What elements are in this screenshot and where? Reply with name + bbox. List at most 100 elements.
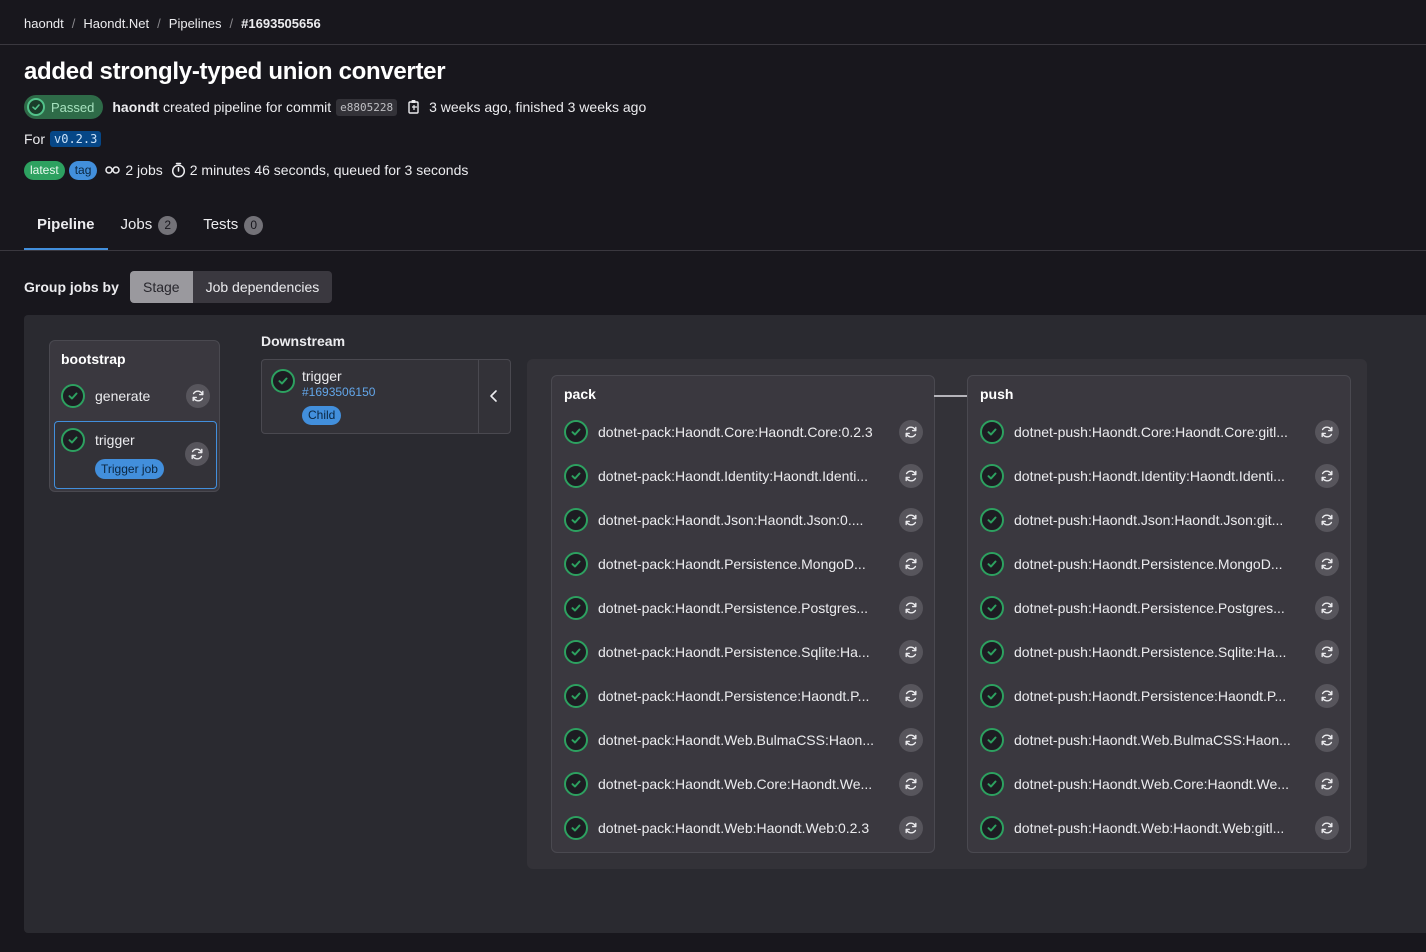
job-name: dotnet-pack:Haondt.Web:Haondt.Web:0.2.3 [598, 820, 870, 836]
job-pack-9[interactable]: dotnet-pack:Haondt.Web:Haondt.Web:0.2.3 [564, 808, 869, 848]
check-circle-icon [271, 369, 295, 393]
commit-sha[interactable]: e8805228 [336, 98, 398, 116]
retry-icon[interactable] [1315, 816, 1339, 840]
job-name: dotnet-push:Haondt.Web.BulmaCSS:Haon... [1014, 732, 1291, 748]
duration-text: 2 minutes 46 seconds, queued for 3 secon… [189, 162, 469, 178]
job-pack-0[interactable]: dotnet-pack:Haondt.Core:Haondt.Core:0.2.… [564, 412, 873, 452]
job-trigger[interactable]: trigger Trigger job [54, 421, 217, 489]
card-divider [478, 360, 479, 433]
job-push-2[interactable]: dotnet-push:Haondt.Json:Haondt.Json:git.… [980, 500, 1283, 540]
job-pack-6[interactable]: dotnet-pack:Haondt.Persistence:Haondt.P.… [564, 676, 869, 716]
chevron-left-icon[interactable] [488, 388, 500, 407]
retry-icon[interactable] [899, 508, 923, 532]
check-circle-icon [564, 816, 588, 840]
retry-icon[interactable] [899, 420, 923, 444]
retry-icon[interactable] [186, 384, 210, 408]
job-push-4[interactable]: dotnet-push:Haondt.Persistence.Postgres.… [980, 588, 1285, 628]
job-name: dotnet-pack:Haondt.Identity:Haondt.Ident… [598, 468, 869, 484]
retry-icon[interactable] [1315, 508, 1339, 532]
author-link[interactable]: haondt [112, 99, 159, 115]
group-by-dependencies-button[interactable]: Job dependencies [192, 271, 333, 303]
job-push-9[interactable]: dotnet-push:Haondt.Web:Haondt.Web:gitl..… [980, 808, 1284, 848]
breadcrumb-separator: / [229, 15, 234, 31]
header-divider [0, 44, 1426, 45]
stage-push: push dotnet-push:Haondt.Core:Haondt.Core… [967, 375, 1351, 853]
retry-icon[interactable] [185, 442, 209, 466]
job-name: dotnet-pack:Haondt.Persistence.Postgres.… [598, 600, 869, 616]
latest-badge: latest [24, 160, 65, 180]
check-circle-icon [980, 596, 1004, 620]
tabs-divider [0, 250, 1426, 251]
job-name: dotnet-push:Haondt.Identity:Haondt.Ident… [1014, 468, 1285, 484]
job-push-3[interactable]: dotnet-push:Haondt.Persistence.MongoD... [980, 544, 1283, 584]
retry-icon[interactable] [1315, 640, 1339, 664]
status-badge[interactable]: Passed [24, 95, 104, 119]
ref-row: For v0.2.3 [24, 131, 102, 147]
job-pack-4[interactable]: dotnet-pack:Haondt.Persistence.Postgres.… [564, 588, 868, 628]
job-name: dotnet-pack:Haondt.Persistence.Sqlite:Ha… [598, 644, 870, 660]
ref-link[interactable]: v0.2.3 [50, 131, 102, 147]
retry-icon[interactable] [899, 728, 923, 752]
retry-icon[interactable] [1315, 596, 1339, 620]
retry-icon[interactable] [899, 552, 923, 576]
job-name: dotnet-push:Haondt.Persistence.Postgres.… [1014, 600, 1285, 616]
job-name: trigger [95, 432, 135, 448]
downstream-pipeline-card[interactable]: trigger #1693506150 Child [261, 359, 511, 434]
tabs: Pipeline Jobs 2 Tests 0 [24, 204, 276, 250]
job-name: dotnet-pack:Haondt.Web.Core:Haondt.We... [598, 776, 873, 792]
job-push-0[interactable]: dotnet-push:Haondt.Core:Haondt.Core:gitl… [980, 412, 1288, 452]
retry-icon[interactable] [899, 596, 923, 620]
downstream-pipeline-link[interactable]: #1693506150 [302, 385, 375, 399]
stage-title: push [980, 386, 1014, 402]
job-push-7[interactable]: dotnet-push:Haondt.Web.BulmaCSS:Haon... [980, 720, 1291, 760]
tab-label: Jobs [120, 216, 153, 233]
group-by-toggle: Stage Job dependencies [130, 271, 333, 303]
downstream-job-name: trigger [302, 368, 342, 384]
breadcrumb-item-project[interactable]: Haondt.Net [83, 16, 149, 31]
job-name: dotnet-pack:Haondt.Core:Haondt.Core:0.2.… [598, 424, 873, 440]
job-pack-5[interactable]: dotnet-pack:Haondt.Persistence.Sqlite:Ha… [564, 632, 870, 672]
job-push-1[interactable]: dotnet-push:Haondt.Identity:Haondt.Ident… [980, 456, 1285, 496]
retry-icon[interactable] [1315, 684, 1339, 708]
breadcrumb-separator: / [157, 15, 161, 31]
tab-pipeline[interactable]: Pipeline [24, 204, 108, 250]
stage-bootstrap: bootstrap generate trigger Trigger job [49, 340, 220, 492]
check-circle-icon [564, 464, 588, 488]
tab-jobs[interactable]: Jobs 2 [108, 204, 191, 250]
job-pack-2[interactable]: dotnet-pack:Haondt.Json:Haondt.Json:0...… [564, 500, 863, 540]
retry-icon[interactable] [1315, 420, 1339, 444]
tab-tests[interactable]: Tests 0 [190, 204, 276, 250]
retry-icon[interactable] [1315, 552, 1339, 576]
retry-icon[interactable] [1315, 728, 1339, 752]
downstream-title: Downstream [261, 333, 346, 349]
breadcrumb-item-current[interactable]: #1693505656 [241, 16, 321, 31]
breadcrumb-item-group[interactable]: haondt [24, 16, 64, 31]
check-circle-icon [980, 552, 1004, 576]
job-push-6[interactable]: dotnet-push:Haondt.Persistence:Haondt.P.… [980, 676, 1286, 716]
copy-icon[interactable] [407, 99, 421, 115]
stage-title: bootstrap [61, 351, 126, 367]
group-by-stage-button[interactable]: Stage [130, 271, 193, 303]
retry-icon[interactable] [1315, 464, 1339, 488]
retry-icon[interactable] [899, 684, 923, 708]
job-name: dotnet-pack:Haondt.Web.BulmaCSS:Haon... [598, 732, 875, 748]
check-circle-icon [564, 552, 588, 576]
tab-label: Pipeline [37, 216, 95, 233]
retry-icon[interactable] [899, 464, 923, 488]
job-push-5[interactable]: dotnet-push:Haondt.Persistence.Sqlite:Ha… [980, 632, 1286, 672]
retry-icon[interactable] [1315, 772, 1339, 796]
retry-icon[interactable] [899, 640, 923, 664]
job-name: dotnet-push:Haondt.Core:Haondt.Core:gitl… [1014, 424, 1288, 440]
tag-badge: tag [68, 160, 98, 180]
breadcrumb-item-pipelines[interactable]: Pipelines [169, 16, 222, 31]
retry-icon[interactable] [899, 816, 923, 840]
check-circle-icon [564, 420, 588, 444]
job-pack-8[interactable]: dotnet-pack:Haondt.Web.Core:Haondt.We... [564, 764, 872, 804]
job-pack-3[interactable]: dotnet-pack:Haondt.Persistence.MongoD... [564, 544, 866, 584]
tab-count: 0 [244, 216, 264, 235]
job-pack-1[interactable]: dotnet-pack:Haondt.Identity:Haondt.Ident… [564, 456, 868, 496]
trigger-job-badge: Trigger job [95, 459, 164, 479]
job-push-8[interactable]: dotnet-push:Haondt.Web.Core:Haondt.We... [980, 764, 1289, 804]
retry-icon[interactable] [899, 772, 923, 796]
job-pack-7[interactable]: dotnet-pack:Haondt.Web.BulmaCSS:Haon... [564, 720, 874, 760]
